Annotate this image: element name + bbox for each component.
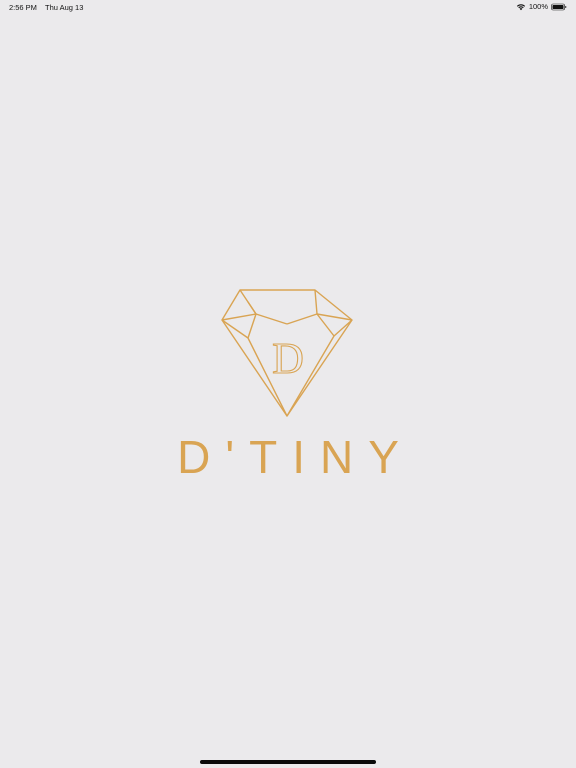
status-time: 2:56 PM [9,3,37,12]
home-indicator[interactable] [200,760,376,764]
status-bar-right: 100% [516,2,567,11]
battery-percent: 100% [528,2,548,11]
battery-icon [551,3,567,10]
wifi-icon [516,3,525,10]
diamond-crown-mid-left [247,301,257,315]
diamond-facet-inner-right [316,313,335,337]
diamond-logo-icon: D [221,289,353,417]
status-bar: 2:56 PM Thu Aug 13 100% [0,0,576,14]
diamond-girdle-right [286,313,353,325]
status-date: Thu Aug 13 [45,3,84,12]
status-bar-left: 2:56 PM Thu Aug 13 [9,3,83,12]
brand-name: D'TINY [177,431,414,483]
diamond-crown-right [314,289,318,315]
emblem-letter: D [272,334,304,383]
diamond-facet-inner-left [247,313,257,339]
